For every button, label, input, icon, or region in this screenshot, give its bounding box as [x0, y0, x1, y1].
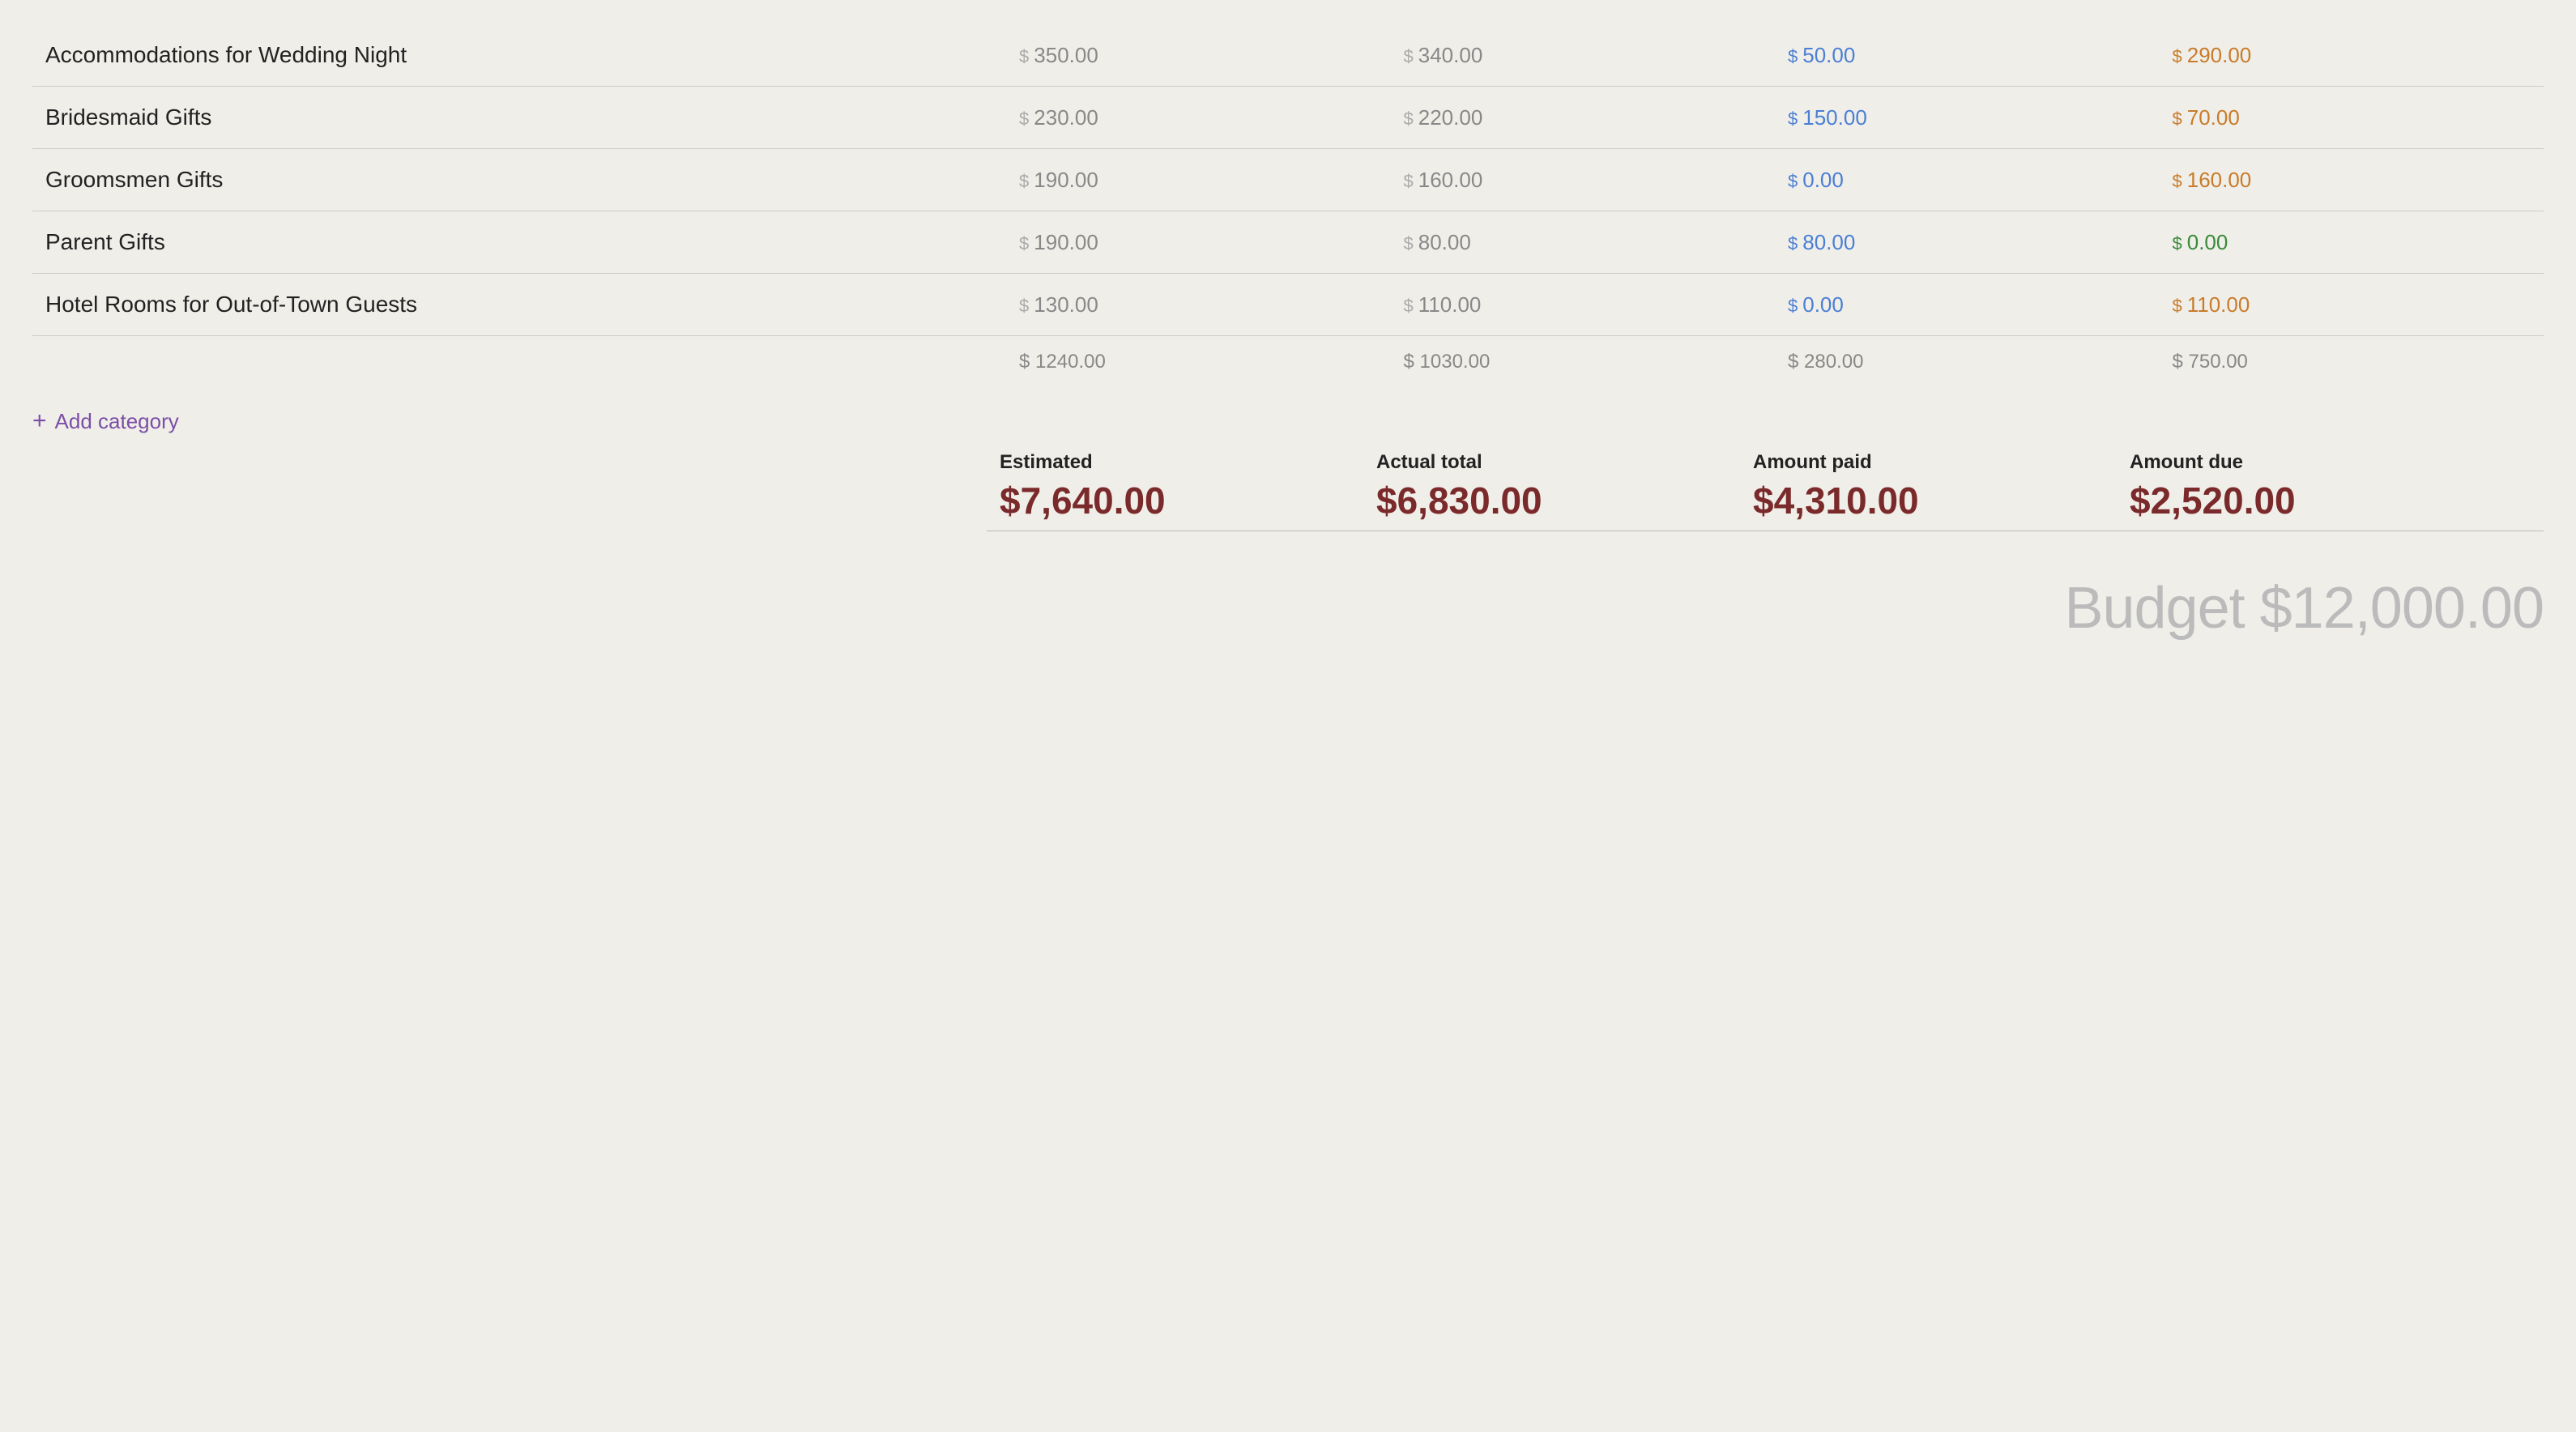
- estimated-label: Estimated: [1000, 451, 1350, 474]
- row-estimated: $350.00: [1006, 24, 1390, 87]
- dollar-icon: $: [1788, 233, 1798, 254]
- dollar-icon: $: [1019, 46, 1029, 66]
- row-estimated: $190.00: [1006, 149, 1390, 211]
- budget-table: Accommodations for Wedding Night $350.00…: [32, 24, 2544, 388]
- dollar-icon: $: [2172, 296, 2181, 316]
- dollar-icon: $: [1019, 296, 1029, 316]
- table-row: Bridesmaid Gifts $230.00 $220.00 $150.00…: [32, 87, 2544, 149]
- dollar-icon: $: [1019, 171, 1029, 191]
- table-row: Accommodations for Wedding Night $350.00…: [32, 24, 2544, 87]
- row-name: Accommodations for Wedding Night: [32, 24, 1006, 87]
- row-due: $160.00: [2159, 149, 2544, 211]
- actual-value: $6,830.00: [1376, 479, 1727, 522]
- row-paid: $150.00: [1775, 87, 2159, 149]
- dollar-icon: $: [1788, 46, 1798, 66]
- dollar-icon: $: [1788, 109, 1798, 129]
- row-actual: $220.00: [1391, 87, 1775, 149]
- row-name: Hotel Rooms for Out-of-Town Guests: [32, 274, 1006, 336]
- due-label: Amount due: [2130, 451, 2480, 474]
- add-category-label: Add category: [55, 409, 179, 434]
- row-due: $110.00: [2159, 274, 2544, 336]
- subtotal-estimated: $ 1240.00: [1006, 336, 1390, 389]
- row-due: $70.00: [2159, 87, 2544, 149]
- dollar-icon: $: [1404, 296, 1414, 316]
- estimated-value: $7,640.00: [1000, 479, 1350, 522]
- dollar-icon: $: [1788, 171, 1798, 191]
- add-category-button[interactable]: + Add category: [32, 388, 2544, 443]
- plus-icon: +: [32, 407, 47, 435]
- subtotals-empty: [32, 336, 1006, 389]
- paid-label: Amount paid: [1753, 451, 2104, 474]
- subtotal-due: $ 750.00: [2159, 336, 2544, 389]
- dollar-icon: $: [1019, 109, 1029, 129]
- budget-total-section: Budget $12,000.00: [2064, 567, 2544, 641]
- row-due: $0.00: [2159, 211, 2544, 274]
- table-row: Parent Gifts $190.00 $80.00 $80.00 $0.00: [32, 211, 2544, 274]
- row-name: Bridesmaid Gifts: [32, 87, 1006, 149]
- dollar-icon: $: [1788, 296, 1798, 316]
- row-estimated: $190.00: [1006, 211, 1390, 274]
- actual-label: Actual total: [1376, 451, 1727, 474]
- subtotal-actual: $ 1030.00: [1391, 336, 1775, 389]
- subtotal-paid: $ 280.00: [1775, 336, 2159, 389]
- summary-section: Estimated $7,640.00 Actual total $6,830.…: [32, 451, 2544, 641]
- row-due: $290.00: [2159, 24, 2544, 87]
- row-estimated: $230.00: [1006, 87, 1390, 149]
- row-actual: $160.00: [1391, 149, 1775, 211]
- paid-value: $4,310.00: [1753, 479, 2104, 522]
- row-actual: $80.00: [1391, 211, 1775, 274]
- row-paid: $80.00: [1775, 211, 2159, 274]
- row-paid: $50.00: [1775, 24, 2159, 87]
- row-actual: $110.00: [1391, 274, 1775, 336]
- table-row: Hotel Rooms for Out-of-Town Guests $130.…: [32, 274, 2544, 336]
- row-name: Parent Gifts: [32, 211, 1006, 274]
- budget-total: Budget $12,000.00: [2064, 575, 2544, 641]
- dollar-icon: $: [1404, 171, 1414, 191]
- dollar-icon: $: [1404, 233, 1414, 254]
- subtotals-row: $ 1240.00 $ 1030.00 $ 280.00 $ 750.00: [32, 336, 2544, 389]
- dollar-icon: $: [1404, 46, 1414, 66]
- row-paid: $0.00: [1775, 274, 2159, 336]
- dollar-icon: $: [2172, 109, 2181, 129]
- dollar-icon: $: [1019, 233, 1029, 254]
- dollar-icon: $: [2172, 171, 2181, 191]
- row-name: Groomsmen Gifts: [32, 149, 1006, 211]
- row-paid: $0.00: [1775, 149, 2159, 211]
- summary-labels-row: Estimated $7,640.00 Actual total $6,830.…: [32, 451, 2544, 522]
- due-value: $2,520.00: [2130, 479, 2480, 522]
- dollar-icon: $: [2172, 233, 2181, 254]
- dollar-icon: $: [2172, 46, 2181, 66]
- row-estimated: $130.00: [1006, 274, 1390, 336]
- table-row: Groomsmen Gifts $190.00 $160.00 $0.00 $1…: [32, 149, 2544, 211]
- dollar-icon: $: [1404, 109, 1414, 129]
- row-actual: $340.00: [1391, 24, 1775, 87]
